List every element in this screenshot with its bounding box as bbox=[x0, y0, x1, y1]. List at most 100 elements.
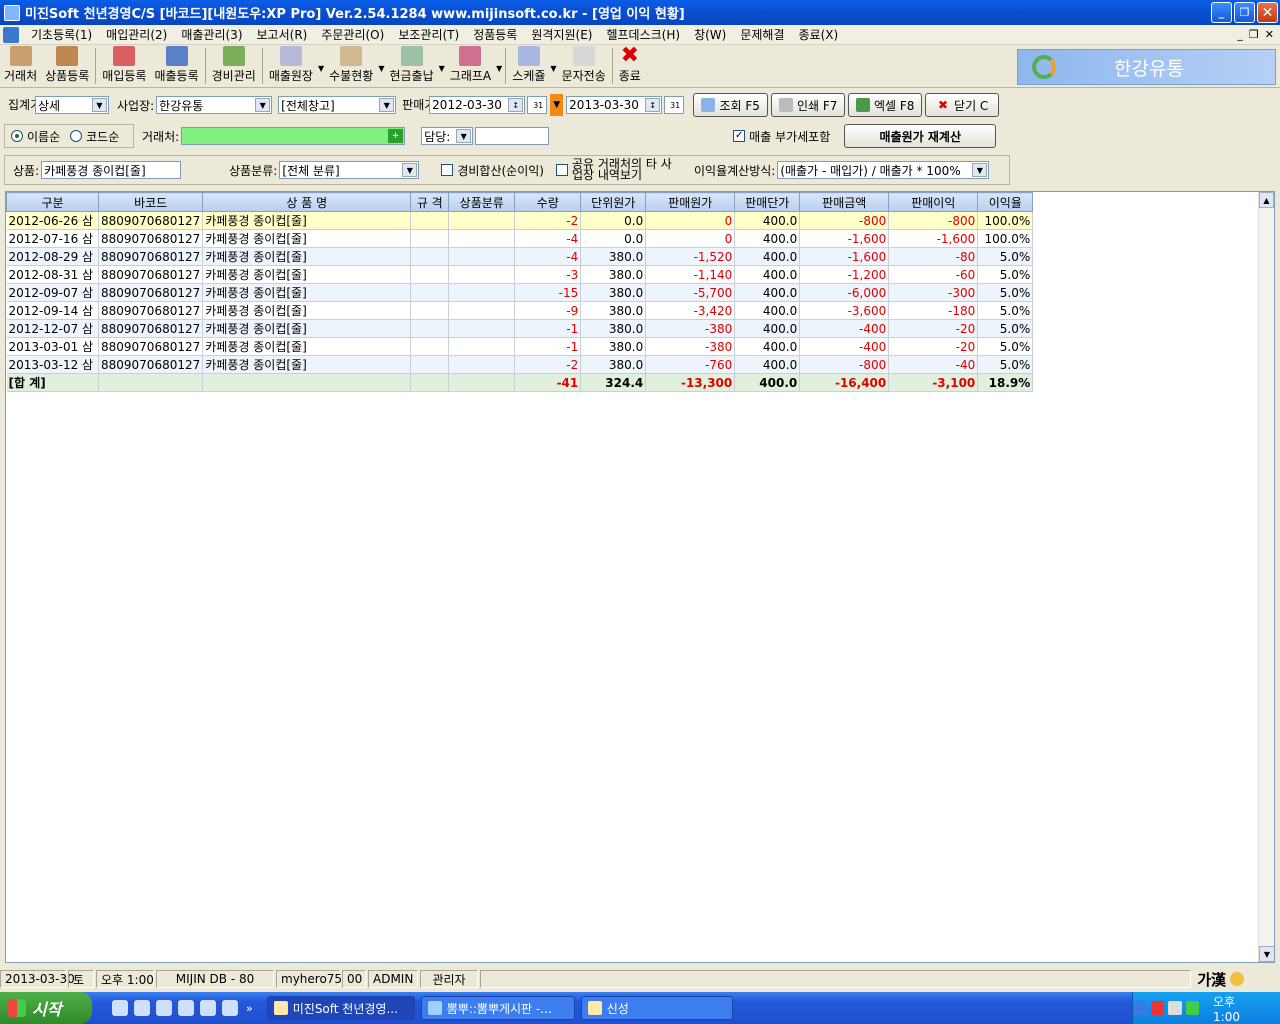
tray-arrow-icon[interactable] bbox=[1133, 1001, 1147, 1015]
close-button[interactable]: ✕ bbox=[1257, 2, 1278, 23]
menu-purchase[interactable]: 매입관리(2) bbox=[99, 26, 174, 43]
shared-checkbox[interactable] bbox=[556, 164, 568, 176]
tool-inventory[interactable]: 수불현황 bbox=[325, 46, 377, 87]
chevron-down-icon[interactable]: ▼ bbox=[972, 163, 988, 177]
tool-expense[interactable]: 경비관리 bbox=[208, 46, 260, 87]
ime-face-icon[interactable] bbox=[1230, 972, 1244, 986]
table-row[interactable]: 2012-09-14 삼 8809070680127 카페풍경 종이컵[줄] -9 38… bbox=[6, 301, 1034, 320]
table-row[interactable]: 2012-06-26 삼 8809070680127 카페풍경 종이컵[줄] -2 0.… bbox=[6, 211, 1034, 230]
maximize-button[interactable]: ❐ bbox=[1234, 2, 1255, 23]
chevron-down-icon[interactable]: ▼ bbox=[255, 98, 271, 112]
chevron-down-icon[interactable]: ▼ bbox=[379, 98, 395, 112]
menu-window[interactable]: 창(W) bbox=[687, 26, 733, 43]
col-barcode[interactable]: 바코드 bbox=[97, 192, 204, 212]
dropdown-arrow-icon[interactable]: ▼ bbox=[550, 64, 556, 73]
tray-u-icon[interactable] bbox=[1150, 1001, 1165, 1015]
document-icon[interactable] bbox=[200, 1000, 216, 1016]
client-input[interactable]: + bbox=[181, 127, 406, 145]
dropdown-arrow-icon[interactable]: ▼ bbox=[439, 64, 445, 73]
menu-license[interactable]: 정품등록 bbox=[466, 26, 524, 43]
table-row[interactable]: 2013-03-01 삼 8809070680127 카페풍경 종이컵[줄] -1 38… bbox=[6, 337, 1034, 356]
menu-aux[interactable]: 보조관리(T) bbox=[391, 26, 466, 43]
dropdown-arrow-icon[interactable]: ▼ bbox=[378, 64, 384, 73]
mdi-restore-icon[interactable]: ❐ bbox=[1249, 28, 1259, 41]
category-select[interactable]: [전체 분류] ▼ bbox=[279, 161, 420, 179]
task-browser[interactable]: 뽐뿌::뽐뿌게시판 -... bbox=[420, 996, 575, 1020]
scroll-up-icon[interactable]: ▲ bbox=[1259, 192, 1274, 208]
date-to-input[interactable]: 2013-03-30 ↕ bbox=[566, 96, 663, 114]
tray-v-icon[interactable] bbox=[1185, 1001, 1200, 1015]
table-row[interactable]: 2012-07-16 삼 8809070680127 카페풍경 종이컵[줄] -4 0.… bbox=[6, 229, 1034, 248]
chevron-down-icon[interactable]: ▼ bbox=[402, 163, 418, 177]
spinner-icon[interactable]: ↕ bbox=[645, 98, 661, 112]
table-row[interactable]: 2012-09-07 삼 8809070680127 카페풍경 종이컵[줄] -15 3… bbox=[6, 283, 1034, 302]
menu-exit[interactable]: 종료(X) bbox=[792, 26, 846, 43]
date-range-toggle-icon[interactable]: ▼ bbox=[550, 94, 564, 116]
col-product-name[interactable]: 상 품 명 bbox=[202, 192, 412, 212]
chevron-down-icon[interactable]: ▼ bbox=[92, 98, 107, 112]
menu-sales[interactable]: 매출관리(3) bbox=[174, 26, 249, 43]
biz-select[interactable]: 한강유통 ▼ bbox=[156, 96, 273, 114]
table-total-row[interactable]: [합 계] -41 324.4 -13,300 400.0 -16,400 -3,100 18… bbox=[6, 373, 1034, 392]
date-from-calendar-icon[interactable]: 31 bbox=[527, 96, 548, 114]
media-icon[interactable] bbox=[222, 1000, 238, 1016]
menu-helpdesk[interactable]: 헬프데스크(H) bbox=[599, 26, 687, 43]
col-unit-cost[interactable]: 단위원가 bbox=[580, 192, 647, 212]
tool-sales[interactable]: 매출등록 bbox=[150, 46, 202, 87]
mdi-close-icon[interactable]: ✕ bbox=[1265, 28, 1274, 41]
recalc-cost-button[interactable]: 매출원가 재계산 bbox=[844, 124, 997, 148]
sort-code-radio[interactable] bbox=[70, 130, 83, 142]
warehouse-select[interactable]: [전체창고] ▼ bbox=[278, 96, 397, 114]
task-folder[interactable]: 신성 bbox=[580, 996, 733, 1020]
excel-button[interactable]: 엑셀 F8 bbox=[848, 93, 923, 117]
chevron-down-icon[interactable]: ▼ bbox=[456, 129, 472, 143]
method-select[interactable]: (매출가 - 매입가) / 매출가 * 100% ▼ bbox=[777, 161, 990, 179]
expense-checkbox[interactable] bbox=[441, 164, 454, 176]
table-row[interactable]: 2012-08-31 삼 8809070680127 카페풍경 종이컵[줄] -3 38… bbox=[6, 265, 1034, 284]
tool-product[interactable]: 상품등록 bbox=[41, 46, 93, 87]
folder-icon[interactable] bbox=[178, 1000, 194, 1016]
minimize-button[interactable]: _ bbox=[1211, 2, 1232, 23]
spinner-icon[interactable]: ↕ bbox=[508, 98, 524, 112]
ime-indicator[interactable]: 가漢 bbox=[1197, 969, 1226, 990]
table-row[interactable]: 2013-03-12 삼 8809070680127 카페풍경 종이컵[줄] -2 38… bbox=[6, 355, 1034, 374]
dropdown-arrow-icon[interactable]: ▼ bbox=[496, 64, 502, 73]
tool-client[interactable]: 거래처 bbox=[0, 46, 41, 87]
tool-exit[interactable]: ✖ 종료 bbox=[615, 45, 645, 87]
ie-icon[interactable] bbox=[134, 1000, 150, 1016]
date-to-calendar-icon[interactable]: 31 bbox=[664, 96, 685, 114]
col-amount[interactable]: 판매금액 bbox=[799, 192, 890, 212]
table-row[interactable]: 2012-12-07 삼 8809070680127 카페풍경 종이컵[줄] -1 38… bbox=[6, 319, 1034, 338]
task-mijinsoft[interactable]: 미진Soft 천년경영... bbox=[266, 996, 415, 1020]
quicklaunch-more-icon[interactable]: » bbox=[246, 1002, 253, 1015]
tray-network-icon[interactable] bbox=[1168, 1001, 1182, 1015]
col-category[interactable]: 상품분류 bbox=[448, 192, 516, 212]
col-unit-price[interactable]: 판매단가 bbox=[734, 192, 801, 212]
close-window-button[interactable]: ✖ 닫기 C bbox=[925, 93, 1000, 117]
start-button[interactable]: 시작 bbox=[0, 992, 92, 1024]
col-profit[interactable]: 판매이익 bbox=[888, 192, 979, 212]
sort-name-radio[interactable] bbox=[11, 130, 23, 142]
quicklaunch-app-icon[interactable] bbox=[112, 1000, 128, 1016]
tool-sms[interactable]: 문자전송 bbox=[558, 46, 610, 87]
dropdown-arrow-icon[interactable]: ▼ bbox=[318, 64, 324, 73]
menu-troubleshoot[interactable]: 문제해결 bbox=[733, 26, 791, 43]
vat-checkbox[interactable]: ✓ bbox=[733, 130, 746, 142]
col-spec[interactable]: 규 격 bbox=[410, 192, 450, 212]
col-type[interactable]: 구분 bbox=[6, 192, 99, 212]
mdi-minimize-icon[interactable]: _ bbox=[1237, 28, 1243, 41]
scroll-down-icon[interactable]: ▼ bbox=[1259, 946, 1274, 962]
col-qty[interactable]: 수량 bbox=[514, 192, 582, 212]
menu-basic[interactable]: 기초등록(1) bbox=[24, 26, 99, 43]
tool-cash[interactable]: 현금출납 bbox=[385, 46, 437, 87]
quicklaunch-tool-icon[interactable] bbox=[156, 1000, 172, 1016]
vertical-scrollbar[interactable]: ▲ ▼ bbox=[1258, 192, 1274, 962]
print-button[interactable]: 인쇄 F7 bbox=[771, 93, 846, 117]
search-button[interactable]: 조회 F5 bbox=[693, 93, 769, 117]
date-from-input[interactable]: 2012-03-30 ↕ bbox=[429, 96, 526, 114]
tool-schedule[interactable]: 스케쥴 bbox=[508, 46, 549, 87]
tool-ledger[interactable]: 매출원장 bbox=[265, 46, 317, 87]
tool-graph[interactable]: 그래프A bbox=[446, 46, 495, 87]
table-row[interactable]: 2012-08-29 삼 8809070680127 카페풍경 종이컵[줄] -4 38… bbox=[6, 247, 1034, 266]
add-client-icon[interactable]: + bbox=[388, 129, 404, 143]
